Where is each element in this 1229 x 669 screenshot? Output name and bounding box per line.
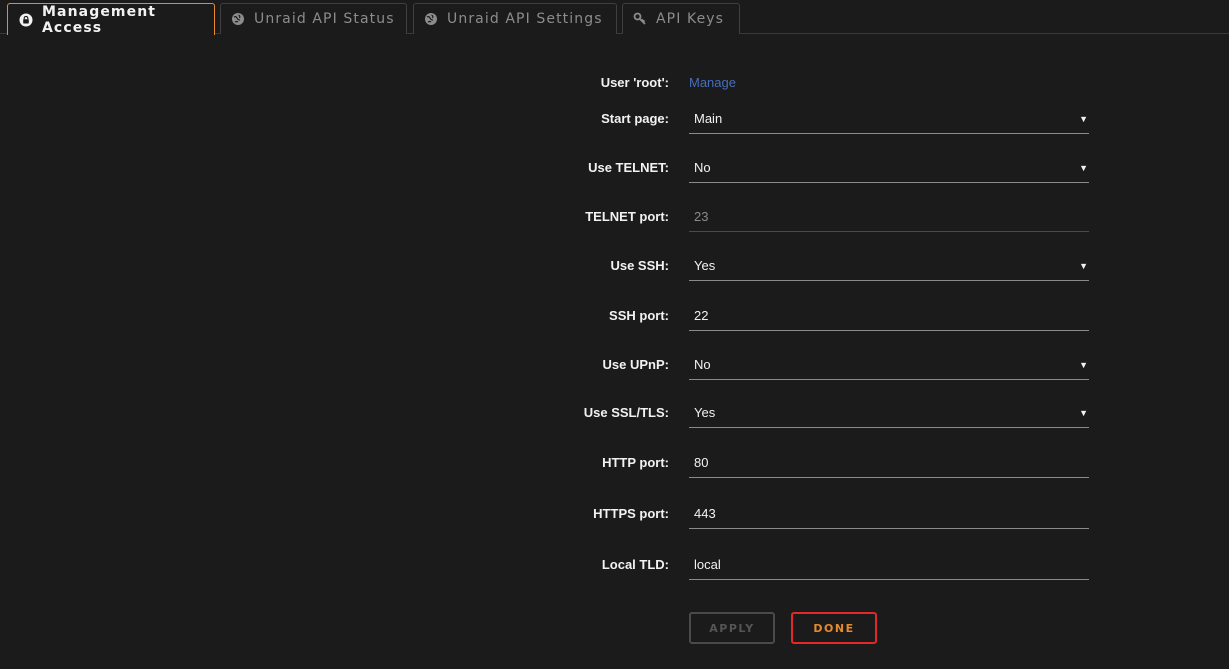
use-ssl-select[interactable]: Yes ▼ xyxy=(689,398,1089,428)
https-port-input[interactable]: 443 xyxy=(689,499,1089,529)
lock-icon xyxy=(19,13,33,27)
tab-label: Unraid API Status xyxy=(254,11,395,27)
row-use-ssh: Use SSH: Yes ▼ xyxy=(0,251,1229,281)
tab-api-keys[interactable]: API Keys xyxy=(622,3,740,34)
use-upnp-label: Use UPnP: xyxy=(602,357,669,372)
row-https-port: HTTPS port: 443 xyxy=(0,499,1229,529)
start-page-select[interactable]: Main ▼ xyxy=(689,104,1089,134)
http-port-input[interactable]: 80 xyxy=(689,448,1089,478)
use-ssh-select[interactable]: Yes ▼ xyxy=(689,251,1089,281)
start-page-value: Main xyxy=(694,111,723,126)
start-page-label: Start page: xyxy=(601,111,669,126)
use-upnp-value: No xyxy=(694,357,711,372)
manage-link[interactable]: Manage xyxy=(689,68,736,98)
row-http-port: HTTP port: 80 xyxy=(0,448,1229,478)
http-port-label: HTTP port: xyxy=(602,455,669,470)
row-user-root: User 'root': Manage xyxy=(0,68,1229,98)
row-use-telnet: Use TELNET: No ▼ xyxy=(0,153,1229,183)
https-port-value: 443 xyxy=(694,506,716,521)
key-icon xyxy=(633,12,647,26)
caret-down-icon: ▼ xyxy=(1079,261,1088,271)
use-telnet-label: Use TELNET: xyxy=(588,160,669,175)
ssh-port-input[interactable]: 22 xyxy=(689,301,1089,331)
caret-down-icon: ▼ xyxy=(1079,114,1088,124)
use-telnet-value: No xyxy=(694,160,711,175)
tab-management-access[interactable]: Management Access xyxy=(7,3,215,36)
globe-icon xyxy=(424,12,438,26)
ssh-port-label: SSH port: xyxy=(609,308,669,323)
telnet-port-label: TELNET port: xyxy=(585,209,669,224)
use-ssl-label: Use SSL/TLS: xyxy=(583,405,669,420)
done-button[interactable]: DONE xyxy=(791,612,877,644)
tab-label: Management Access xyxy=(42,3,157,36)
row-telnet-port: TELNET port: 23 xyxy=(0,202,1229,232)
row-use-upnp: Use UPnP: No ▼ xyxy=(0,350,1229,380)
local-tld-value: local xyxy=(694,557,721,572)
local-tld-input[interactable]: local xyxy=(689,550,1089,580)
caret-down-icon: ▼ xyxy=(1079,163,1088,173)
caret-down-icon: ▼ xyxy=(1079,408,1088,418)
globe-icon xyxy=(231,12,245,26)
tab-bar: Management Access Unraid API Status Unra… xyxy=(0,0,1229,36)
use-ssl-value: Yes xyxy=(694,405,716,420)
tab-unraid-api-status[interactable]: Unraid API Status xyxy=(220,3,407,34)
use-telnet-select[interactable]: No ▼ xyxy=(689,153,1089,183)
local-tld-label: Local TLD: xyxy=(601,557,669,572)
row-ssh-port: SSH port: 22 xyxy=(0,301,1229,331)
caret-down-icon: ▼ xyxy=(1079,360,1088,370)
use-upnp-select[interactable]: No ▼ xyxy=(689,350,1089,380)
row-use-ssl: Use SSL/TLS: Yes ▼ xyxy=(0,398,1229,428)
tab-label: Unraid API Settings xyxy=(447,11,603,27)
use-ssh-value: Yes xyxy=(694,258,716,273)
telnet-port-value: 23 xyxy=(694,209,709,224)
user-root-label: User 'root': xyxy=(600,75,669,90)
tab-unraid-api-settings[interactable]: Unraid API Settings xyxy=(413,3,617,34)
apply-button[interactable]: APPLY xyxy=(689,612,775,644)
tab-label: API Keys xyxy=(656,11,725,27)
http-port-value: 80 xyxy=(694,455,709,470)
use-ssh-label: Use SSH: xyxy=(610,258,669,273)
ssh-port-value: 22 xyxy=(694,308,709,323)
row-local-tld: Local TLD: local xyxy=(0,550,1229,580)
row-start-page: Start page: Main ▼ xyxy=(0,104,1229,134)
https-port-label: HTTPS port: xyxy=(593,506,669,521)
telnet-port-input[interactable]: 23 xyxy=(689,202,1089,232)
